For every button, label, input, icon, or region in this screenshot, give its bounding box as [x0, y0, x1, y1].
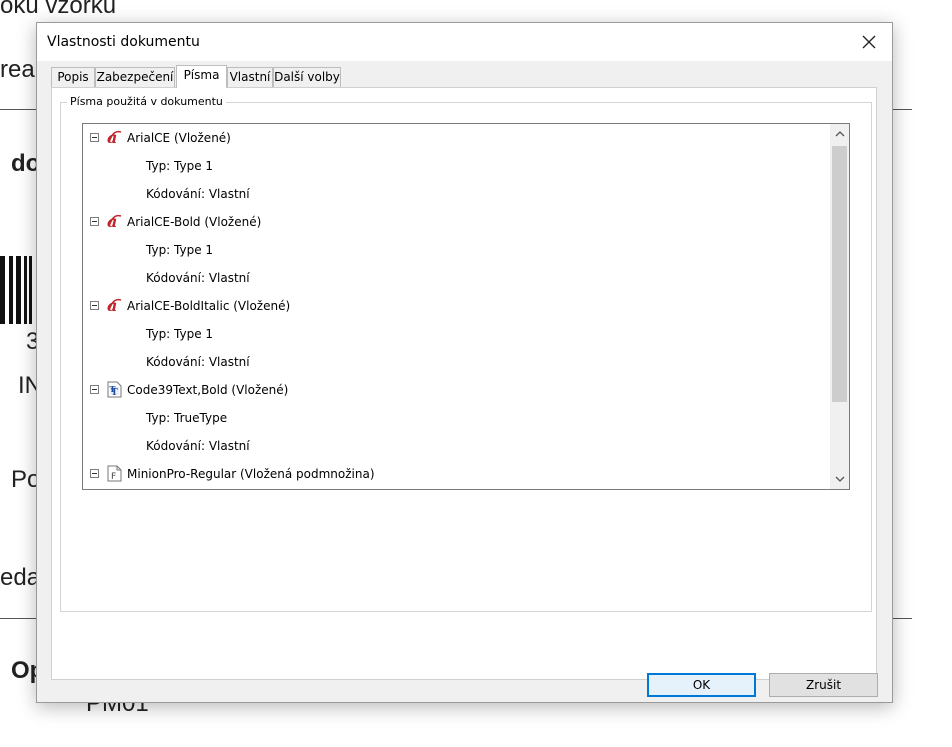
font-name: ArialCE-Bold (Vložené): [127, 215, 262, 229]
tree-scrollbar[interactable]: [830, 124, 849, 489]
opentype-font-icon: a: [106, 296, 123, 315]
chevron-down-icon: [835, 476, 844, 482]
tab-pisma[interactable]: Písma: [176, 65, 227, 88]
scroll-down-button[interactable]: [830, 469, 849, 489]
close-button[interactable]: [846, 23, 892, 61]
collapse-icon[interactable]: [90, 469, 99, 478]
svg-text:T: T: [110, 384, 116, 394]
fonts-tree[interactable]: a ArialCE (Vložené) Typ: Type 1 Kódování…: [82, 123, 850, 490]
tab-vlastni[interactable]: Vlastní: [227, 67, 273, 87]
font-encoding: Kódování: Vlastní: [146, 187, 250, 201]
tab-popis[interactable]: Popis: [51, 67, 95, 87]
collapse-icon[interactable]: [90, 217, 99, 226]
collapse-icon[interactable]: [90, 385, 99, 394]
scroll-up-button[interactable]: [830, 124, 849, 144]
font-type: Typ: Type 1: [146, 159, 214, 173]
ok-button[interactable]: OK: [647, 673, 756, 697]
font-name: ArialCE-BoldItalic (Vložené): [127, 299, 291, 313]
font-encoding: Kódování: Vlastní: [146, 271, 250, 285]
svg-text:F: F: [111, 472, 116, 482]
font-file-icon: F: [106, 465, 123, 482]
dialog-title: Vlastnosti dokumentu: [47, 34, 200, 50]
font-type: Typ: Type 1: [146, 327, 214, 341]
chevron-up-icon: [835, 131, 844, 137]
font-encoding: Kódování: Vlastní: [146, 439, 250, 453]
font-name: Code39Text,Bold (Vložené): [127, 383, 289, 397]
font-name: MinionPro-Regular (Vložená podmnožina): [127, 467, 375, 481]
font-type: Typ: TrueType: [146, 411, 228, 425]
close-icon: [862, 30, 876, 54]
opentype-font-icon: a: [106, 128, 123, 147]
cancel-button[interactable]: Zrušit: [769, 673, 878, 697]
scrollbar-thumb[interactable]: [832, 146, 847, 402]
fonts-groupbox: Písma použitá v dokumentu a ArialCE (Vlo…: [60, 95, 872, 612]
collapse-icon[interactable]: [90, 133, 99, 142]
groupbox-label: Písma použitá v dokumentu: [67, 95, 226, 108]
document-properties-dialog: Vlastnosti dokumentu Popis Zabezpečení P…: [36, 22, 893, 703]
bg-text: rea: [0, 56, 35, 83]
tab-zabezpeceni[interactable]: Zabezpečení: [95, 67, 175, 87]
font-encoding: Kódování: Vlastní: [146, 355, 250, 369]
fonts-tab-panel: Písma použitá v dokumentu a ArialCE (Vlo…: [51, 87, 877, 680]
barcode-image: [0, 256, 34, 324]
truetype-font-icon: TT: [106, 381, 123, 398]
collapse-icon[interactable]: [90, 301, 99, 310]
bg-text: eda: [0, 564, 41, 591]
tab-dalsi-volby[interactable]: Další volby: [273, 67, 341, 87]
font-type: Typ: Type 1: [146, 243, 214, 257]
bg-text-heading: oku vzorku: [0, 0, 117, 19]
font-name: ArialCE (Vložené): [127, 131, 231, 145]
dialog-titlebar[interactable]: Vlastnosti dokumentu: [37, 23, 892, 61]
opentype-font-icon: a: [106, 212, 123, 231]
